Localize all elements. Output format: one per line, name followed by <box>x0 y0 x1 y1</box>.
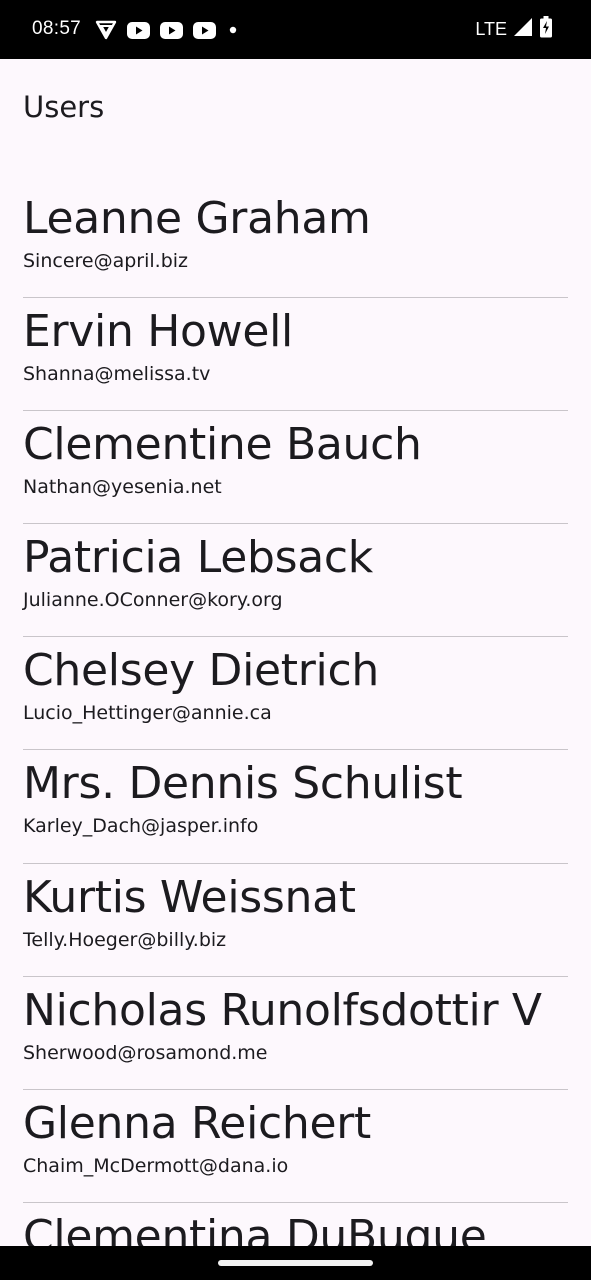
user-name: Kurtis Weissnat <box>23 871 356 923</box>
network-type-label: LTE <box>475 19 507 39</box>
list-item[interactable]: Patricia Lebsack Julianne.OConner@kory.o… <box>23 524 568 638</box>
user-name: Nicholas Runolfsdottir V <box>23 984 542 1036</box>
user-name: Ervin Howell <box>23 306 293 358</box>
status-time: 08:57 <box>32 18 82 39</box>
youtube-icon <box>160 21 183 39</box>
user-name: Mrs. Dennis Schulist <box>23 758 463 810</box>
signal-icon <box>513 17 533 42</box>
user-email: Chaim_McDermott@dana.io <box>23 1154 289 1177</box>
user-email: Sherwood@rosamond.me <box>23 1041 268 1064</box>
list-item[interactable]: Leanne Graham Sincere@april.biz <box>23 185 568 299</box>
user-name: Chelsey Dietrich <box>23 645 379 697</box>
user-name: Patricia Lebsack <box>23 532 373 584</box>
youtube-icon <box>127 21 150 39</box>
user-name: Glenna Reichert <box>23 1097 371 1149</box>
user-name: Clementina DuBuque <box>23 1210 487 1246</box>
page-title: Users <box>23 90 105 124</box>
list-item[interactable]: Mrs. Dennis Schulist Karley_Dach@jasper.… <box>23 750 568 864</box>
user-email: Nathan@yesenia.net <box>23 476 222 499</box>
user-name: Clementine Bauch <box>23 419 422 471</box>
list-item[interactable]: Glenna Reichert Chaim_McDermott@dana.io <box>23 1090 568 1203</box>
status-bar: 08:57 LTE <box>0 0 591 59</box>
notification-icons <box>95 19 240 41</box>
list-item[interactable]: Ervin Howell Shanna@melissa.tv <box>23 298 568 412</box>
list-item[interactable]: Chelsey Dietrich Lucio_Hettinger@annie.c… <box>23 637 568 751</box>
user-email: Karley_Dach@jasper.info <box>23 815 259 838</box>
user-email: Shanna@melissa.tv <box>23 363 211 386</box>
status-right: LTE <box>475 15 553 43</box>
list-item[interactable]: Clementine Bauch Nathan@yesenia.net <box>23 411 568 525</box>
dot-icon <box>226 23 240 37</box>
user-name: Leanne Graham <box>23 193 371 244</box>
users-screen: Users Leanne Graham Sincere@april.biz Er… <box>0 59 591 1246</box>
user-email: Lucio_Hettinger@annie.ca <box>23 702 272 725</box>
home-gesture-handle[interactable] <box>218 1260 373 1266</box>
user-email: Telly.Hoeger@billy.biz <box>23 928 227 951</box>
youtube-icon <box>193 21 216 39</box>
list-item[interactable]: Nicholas Runolfsdottir V Sherwood@rosamo… <box>23 977 568 1090</box>
user-list[interactable]: Leanne Graham Sincere@april.biz Ervin Ho… <box>23 185 568 1246</box>
navigation-bar <box>0 1246 591 1280</box>
list-item[interactable]: Clementina DuBuque <box>23 1203 568 1246</box>
battery-charging-icon <box>539 15 553 43</box>
user-email: Julianne.OConner@kory.org <box>23 589 283 612</box>
list-item[interactable]: Kurtis Weissnat Telly.Hoeger@billy.biz <box>23 864 568 977</box>
user-email: Sincere@april.biz <box>23 250 189 272</box>
vpn-shield-icon <box>95 20 117 40</box>
